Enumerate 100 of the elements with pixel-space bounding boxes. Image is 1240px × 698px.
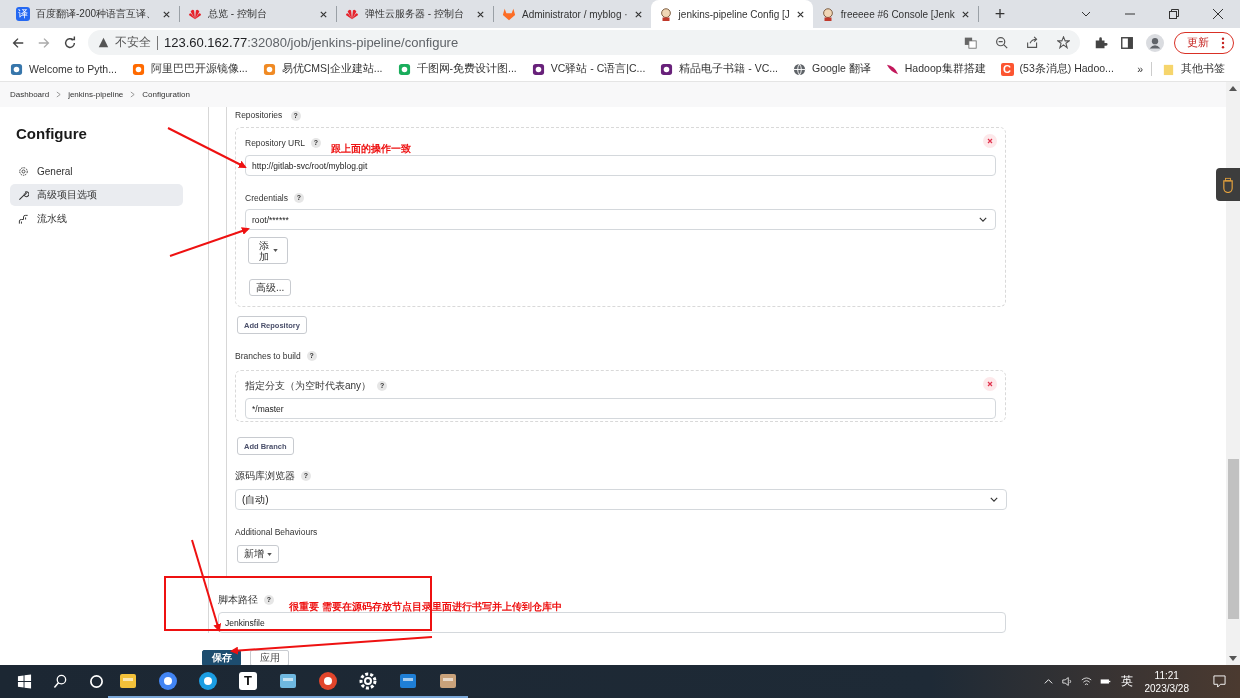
swirl-icon [318, 670, 338, 691]
share-icon[interactable] [1026, 36, 1039, 49]
url-text: 123.60.162.77:32080/job/jenkins-pipeline/configure [164, 35, 459, 50]
bookmark-folder[interactable]: 其他书签 [1162, 62, 1225, 76]
bookmark[interactable]: VC驿站 - C语言|C... [531, 62, 646, 76]
warning-icon [98, 37, 109, 48]
browser-icon [198, 670, 218, 691]
browser-tab[interactable]: freeeee #6 Console [Jenk [812, 0, 978, 28]
browser-tab[interactable]: 译 百度翻译-200种语言互译、 [8, 0, 179, 28]
reload-icon[interactable] [63, 35, 77, 50]
site-icon [397, 62, 411, 76]
add-behaviour-button[interactable]: 新增 [237, 545, 279, 563]
new-tab-button[interactable]: + [984, 3, 1016, 25]
speaker-icon[interactable] [1061, 676, 1073, 687]
app-icon: T [239, 671, 257, 690]
translate-icon[interactable] [964, 36, 977, 49]
more-icon[interactable] [1221, 36, 1225, 49]
settings-icon [18, 165, 29, 177]
field-label: Repository URL [245, 138, 305, 148]
feather-icon [885, 62, 899, 76]
field-label: Additional Behaviours [235, 527, 318, 537]
scroll-down-icon[interactable] [1229, 656, 1237, 661]
chevron-right-icon [130, 91, 136, 98]
butler-icon [820, 7, 835, 21]
sidebar-item[interactable]: 流水线 [10, 208, 183, 230]
security-label: 不安全 [115, 34, 151, 51]
page-title: Configure [16, 125, 88, 142]
breadcrumb-link[interactable]: Dashboard [10, 90, 50, 99]
battery-icon[interactable] [1099, 676, 1111, 687]
field-label: 指定分支（为空时代表any） [245, 379, 372, 393]
site-icon [10, 62, 23, 76]
scrollbar-thumb[interactable] [1227, 459, 1239, 619]
bookmark[interactable]: 易优CMS|企业建站... [262, 62, 383, 76]
folder-icon [1162, 62, 1175, 76]
browser-tab[interactable]: jenkins-pipeline Config [J [650, 0, 813, 28]
zoom-out-icon[interactable] [995, 36, 1008, 49]
repository-browser-dropdown[interactable]: (自动) [235, 489, 1007, 510]
pipeline-icon [18, 213, 29, 225]
back-icon[interactable] [11, 35, 25, 50]
credentials-dropdown[interactable]: root/****** [245, 209, 996, 230]
flower-icon [345, 7, 359, 21]
breadcrumb-link[interactable]: jenkins-pipeline [68, 90, 124, 99]
sidebar-item[interactable]: General [10, 160, 183, 182]
close-icon[interactable] [795, 9, 805, 19]
bookmark[interactable]: Google 翻译 [793, 62, 871, 76]
taskbar-app[interactable]: T [228, 665, 268, 698]
scroll-up-icon[interactable] [1229, 86, 1237, 91]
bookmark[interactable]: Hadoop集群搭建 [885, 62, 986, 76]
chevron-right-icon [56, 91, 62, 98]
side-widget[interactable] [1216, 168, 1240, 201]
close-icon[interactable] [476, 9, 485, 19]
windows-icon[interactable] [17, 674, 32, 689]
add-button[interactable]: 添加 [248, 237, 288, 264]
wifi-icon[interactable] [1080, 676, 1092, 687]
browser-tab[interactable]: Administrator / myblog · [494, 0, 651, 28]
flower-icon [188, 7, 202, 21]
bookmark[interactable]: Welcome to Pyth... [10, 62, 117, 76]
fox-icon [502, 7, 516, 21]
sidebar-item[interactable]: 高级项目选项 [10, 184, 183, 206]
chevron-up-icon[interactable] [1042, 676, 1054, 687]
close-icon[interactable] [319, 9, 328, 19]
browser-tab[interactable]: 弹性云服务器 - 控制台 [337, 0, 493, 28]
address-bar[interactable]: 不安全 123.60.162.77:32080/job/jenkins-pipeline/configure [88, 30, 1080, 55]
scrollbar[interactable] [1226, 82, 1240, 665]
browser-tab[interactable]: 总览 - 控制台 [180, 0, 336, 28]
save-button[interactable]: 保存 [202, 650, 241, 666]
site-icon [660, 62, 674, 76]
annotation-text: 跟上面的操作一致 [331, 142, 411, 156]
star-icon[interactable] [1057, 36, 1070, 49]
cup-icon [1223, 176, 1233, 193]
breadcrumb-link[interactable]: Configuration [142, 90, 190, 99]
clock[interactable]: 11:21 2023/3/28 [1144, 668, 1189, 695]
bookmark[interactable]: 千图网-免费设计图... [397, 62, 517, 76]
field-label: Credentials [245, 193, 288, 203]
field-label: Branches to build [235, 351, 301, 361]
notification-icon[interactable] [1213, 675, 1226, 688]
bookmark[interactable]: 精品电子书籍 - VC... [660, 62, 778, 76]
branch-field[interactable]: */master [245, 398, 996, 419]
script-path-field[interactable]: Jenkinsfile [218, 612, 1006, 633]
repository-url-field[interactable]: http://gitlab-svc/root/myblog.git [245, 155, 996, 176]
search-icon[interactable] [53, 674, 68, 689]
side-panel-icon[interactable] [1120, 35, 1134, 50]
bookmark[interactable]: C (53条消息) Hadoo... [1000, 62, 1114, 76]
close-icon[interactable] [1212, 8, 1224, 20]
bookmark[interactable]: 阿里巴巴开源镜像... [131, 62, 248, 76]
restore-icon[interactable] [1168, 8, 1180, 20]
circle-icon[interactable] [89, 674, 104, 689]
close-icon[interactable] [960, 9, 970, 19]
update-button[interactable]: 更新 [1174, 31, 1234, 54]
profile-icon[interactable] [1146, 33, 1164, 52]
chevron-down-icon [990, 497, 998, 502]
advanced-button[interactable]: 高级... [249, 279, 292, 296]
puzzle-icon[interactable] [1094, 35, 1108, 50]
field-label: Repositories [235, 110, 283, 120]
more-bookmarks[interactable]: » [1137, 63, 1143, 75]
site-icon [262, 62, 276, 76]
close-icon[interactable] [633, 9, 643, 19]
input-method-indicator[interactable]: 英 [1120, 673, 1133, 690]
apply-button[interactable]: 应用 [250, 650, 289, 666]
close-icon[interactable] [162, 9, 171, 19]
